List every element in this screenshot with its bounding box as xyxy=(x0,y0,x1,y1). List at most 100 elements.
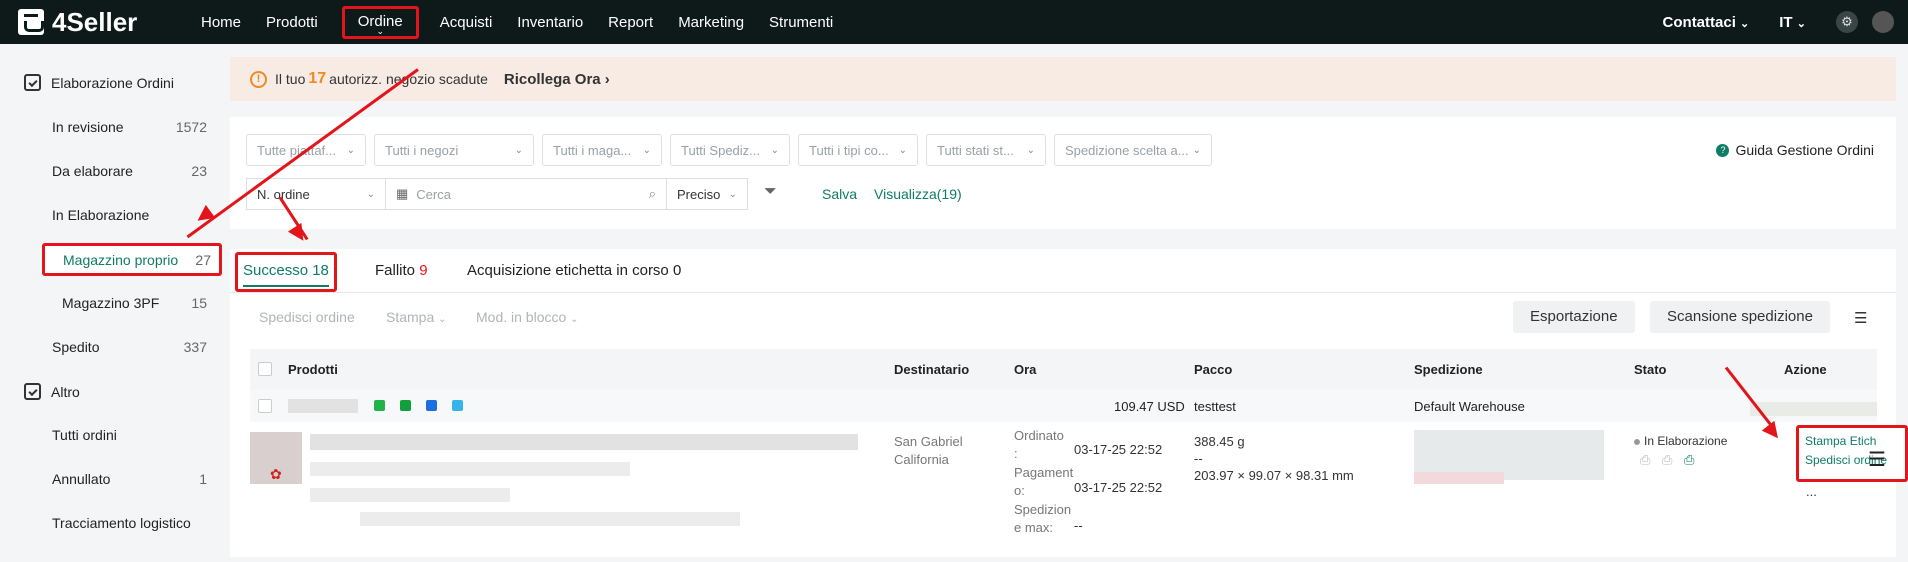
sidebar-item-magazzino-proprio[interactable]: Magazzino proprio 27 xyxy=(42,243,222,276)
flag-icon[interactable] xyxy=(426,400,437,411)
sidebar-item-label: Magazzino proprio xyxy=(63,251,179,268)
select-label: Tutti stati st... xyxy=(937,142,1014,158)
filter-icon[interactable]: ⏷ xyxy=(764,183,777,201)
match-select[interactable]: Preciso ⌄ xyxy=(666,178,748,210)
sidebar-item-in-revisione[interactable]: In revisione 1572 xyxy=(52,119,207,135)
flag-icon[interactable] xyxy=(400,400,411,411)
ordered-label: Ordinato xyxy=(1014,428,1064,443)
print-label-link[interactable]: Stampa Etich xyxy=(1805,432,1905,451)
contact-menu[interactable]: Contattaci ⌄ xyxy=(1663,14,1750,31)
row-checkbox[interactable] xyxy=(258,399,272,413)
top-right-menu: Contattaci ⌄ IT ⌄ ⚙ xyxy=(1663,0,1908,44)
sidebar-item-count: 15 xyxy=(191,295,207,311)
blurred-order-id xyxy=(288,399,358,413)
ship-order-button[interactable]: Spedisci ordine xyxy=(259,309,355,325)
note-icon[interactable] xyxy=(452,400,463,411)
tab-fallito[interactable]: Fallito 9 xyxy=(375,249,428,293)
sidebar-item-in-elaborazione[interactable]: In Elaborazione xyxy=(52,207,207,223)
search-icon: ⌕ xyxy=(648,186,656,201)
nav-strumenti[interactable]: Strumenti xyxy=(758,14,844,31)
sidebar-item-da-elaborare[interactable]: Da elaborare 23 xyxy=(52,163,207,179)
ship-order-link[interactable]: Spedisci ordine xyxy=(1805,451,1905,470)
view-button[interactable]: Visualizza(19) xyxy=(874,186,962,202)
sidebar-section-elaborazione[interactable]: Elaborazione Ordini xyxy=(24,74,174,91)
nav-ordine[interactable]: Ordine ⌄ xyxy=(341,5,419,39)
logo[interactable]: 4Seller xyxy=(18,7,137,37)
status-text: In Elaborazione xyxy=(1644,434,1728,448)
nav-acquisti[interactable]: Acquisti xyxy=(429,14,504,31)
chevron-down-icon: ⌄ xyxy=(770,144,779,156)
select-label: Tutti i tipi co... xyxy=(809,142,889,158)
recipient-state: California xyxy=(894,452,949,467)
printer-icon[interactable]: ⎙ xyxy=(1662,452,1672,468)
select-label: Spedizione scelta a... xyxy=(1065,142,1189,158)
warehouse-select[interactable]: Tutti i maga... ⌄ xyxy=(542,134,662,166)
bulk-edit-menu[interactable]: Mod. in blocco ⌄ xyxy=(476,309,579,325)
sidebar-item-tracciamento[interactable]: Tracciamento logistico xyxy=(52,515,207,531)
avatar[interactable] xyxy=(1872,11,1894,33)
more-actions[interactable]: ... xyxy=(1806,484,1817,499)
chevron-down-icon: ⌄ xyxy=(366,188,375,200)
orders-panel: Successo 18 Fallito 9 Acquisizione etich… xyxy=(230,249,1908,557)
sidebar-item-tutti-ordini[interactable]: Tutti ordini xyxy=(52,427,207,443)
printer-icon[interactable]: ⎙ xyxy=(1684,452,1694,468)
sidebar-item-label: In revisione xyxy=(52,119,124,135)
sidebar-item-label: In Elaborazione xyxy=(52,207,150,223)
column-settings-icon[interactable]: ☰ xyxy=(1854,309,1867,327)
nav-report[interactable]: Report xyxy=(597,14,664,31)
guide-label: Guida Gestione Ordini xyxy=(1735,142,1874,158)
settings-icon[interactable]: ⚙ xyxy=(1836,11,1858,33)
top-navbar: 4Seller Home Prodotti Ordine ⌄ Acquisti I… xyxy=(0,0,1908,44)
nav-marketing[interactable]: Marketing xyxy=(667,14,755,31)
message-icon[interactable] xyxy=(374,400,385,411)
export-button[interactable]: Esportazione xyxy=(1513,301,1635,333)
shipping-select[interactable]: Tutti Spediz... ⌄ xyxy=(670,134,790,166)
nav-prodotti[interactable]: Prodotti xyxy=(255,14,329,31)
blurred-product-sku xyxy=(310,462,630,476)
status-select[interactable]: Tutti stati st... ⌄ xyxy=(926,134,1046,166)
logo-text: 4Seller xyxy=(52,6,138,37)
printer-icon[interactable]: ⎙ xyxy=(1640,452,1650,468)
guide-link[interactable]: ? Guida Gestione Ordini xyxy=(1716,142,1874,158)
sidebar-section-altro[interactable]: Altro xyxy=(24,383,80,400)
ordered-sep: : xyxy=(1014,446,1018,461)
select-label: Tutti Spediz... xyxy=(681,142,760,158)
chevron-down-icon: ⌄ xyxy=(376,25,385,36)
payment-label-2: o: xyxy=(1014,483,1025,498)
chevron-down-icon: ⌄ xyxy=(1740,17,1750,30)
chevron-down-icon: ⌄ xyxy=(728,188,737,200)
filter-panel: Tutte piattaf... ⌄ Tutti i negozi ⌄ Tutti … xyxy=(230,117,1896,229)
status-dot xyxy=(1634,438,1640,445)
chevron-down-icon: ⌄ xyxy=(514,144,523,156)
language-menu[interactable]: IT ⌄ xyxy=(1779,14,1806,31)
tab-acquisizione[interactable]: Acquisizione etichetta in corso 0 xyxy=(467,249,681,293)
row-actions: Stampa Etich Spedisci ordine xyxy=(1796,425,1908,482)
scan-shipping-button[interactable]: Scansione spedizione xyxy=(1650,301,1830,333)
product-thumbnail: ✿ xyxy=(250,432,302,484)
chevron-down-icon: ⌄ xyxy=(438,314,447,325)
nav-inventario[interactable]: Inventario xyxy=(506,14,594,31)
type-select[interactable]: Tutti i tipi co... ⌄ xyxy=(798,134,918,166)
print-menu[interactable]: Stampa ⌄ xyxy=(386,309,447,325)
search-side-icon[interactable]: ☰ xyxy=(1868,447,1886,472)
chevron-down-icon: ⌄ xyxy=(898,144,907,156)
tab-successo[interactable]: Successo 18 xyxy=(235,252,337,292)
blurred-product-info xyxy=(310,488,510,502)
tab-count: 18 xyxy=(312,262,329,279)
order-field-select[interactable]: N. ordine ⌄ xyxy=(246,178,386,210)
nav-home[interactable]: Home xyxy=(190,14,252,31)
save-button[interactable]: Salva xyxy=(822,186,857,202)
sidebar-item-annullato[interactable]: Annullato 1 xyxy=(52,471,207,487)
select-label: Tutti i negozi xyxy=(385,142,459,158)
shop-select[interactable]: Tutti i negozi ⌄ xyxy=(374,134,534,166)
shipping-choice-select[interactable]: Spedizione scelta a... ⌄ xyxy=(1054,134,1212,166)
ship-max-label-2: e max: xyxy=(1014,520,1054,535)
search-input[interactable]: ▦ Cerca ⌕ xyxy=(385,178,667,210)
sidebar-item-label: Tutti ordini xyxy=(52,427,117,443)
sidebar-item-spedito[interactable]: Spedito 337 xyxy=(52,339,207,355)
sidebar-item-magazzino-3pf[interactable]: Magazzino 3PF 15 xyxy=(62,295,207,311)
sidebar: Elaborazione Ordini In revisione 1572 Da… xyxy=(0,44,222,557)
warning-icon: ! xyxy=(250,70,267,88)
reconnect-link[interactable]: Ricollega Ora › xyxy=(504,71,610,88)
select-all-checkbox[interactable] xyxy=(258,362,272,376)
